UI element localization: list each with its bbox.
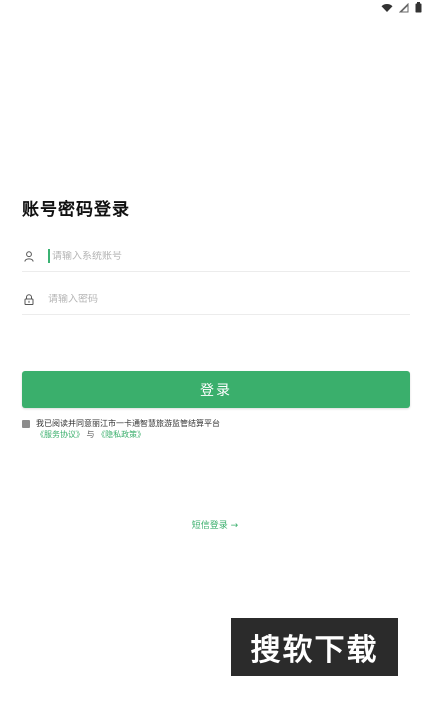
sms-login-link[interactable]: 短信登录 → [0, 518, 430, 531]
password-input[interactable] [48, 293, 378, 305]
watermark-text: 搜软下载 [250, 633, 379, 668]
agreement-checkbox[interactable] [22, 419, 30, 428]
user-icon [22, 249, 36, 263]
status-icons [381, 2, 422, 13]
account-field-row [22, 241, 410, 272]
privacy-policy-link[interactable]: 《隐私政策》 [97, 430, 145, 439]
signal-icon [399, 2, 409, 12]
account-input[interactable] [52, 250, 382, 262]
wifi-icon [381, 3, 393, 12]
agreement-text: 我已阅读并同意丽江市一卡通智慧旅游监管结算平台 [36, 419, 220, 428]
agreement-links: 《服务协议》 与 《隐私政策》 [36, 429, 220, 440]
agreement-row: 我已阅读并同意丽江市一卡通智慧旅游监管结算平台 [22, 418, 220, 429]
text-caret [48, 249, 50, 263]
lock-icon [22, 292, 36, 306]
and-text: 与 [86, 430, 95, 439]
login-button[interactable]: 登录 [22, 371, 410, 408]
status-bar [0, 0, 430, 14]
service-agreement-link[interactable]: 《服务协议》 [36, 430, 84, 439]
battery-icon [415, 2, 422, 13]
password-field-row [22, 284, 410, 315]
watermark: 搜软下载 [231, 618, 398, 676]
agreement-block: 我已阅读并同意丽江市一卡通智慧旅游监管结算平台 《服务协议》 与 《隐私政策》 [22, 418, 220, 440]
page-title: 账号密码登录 [22, 200, 130, 220]
